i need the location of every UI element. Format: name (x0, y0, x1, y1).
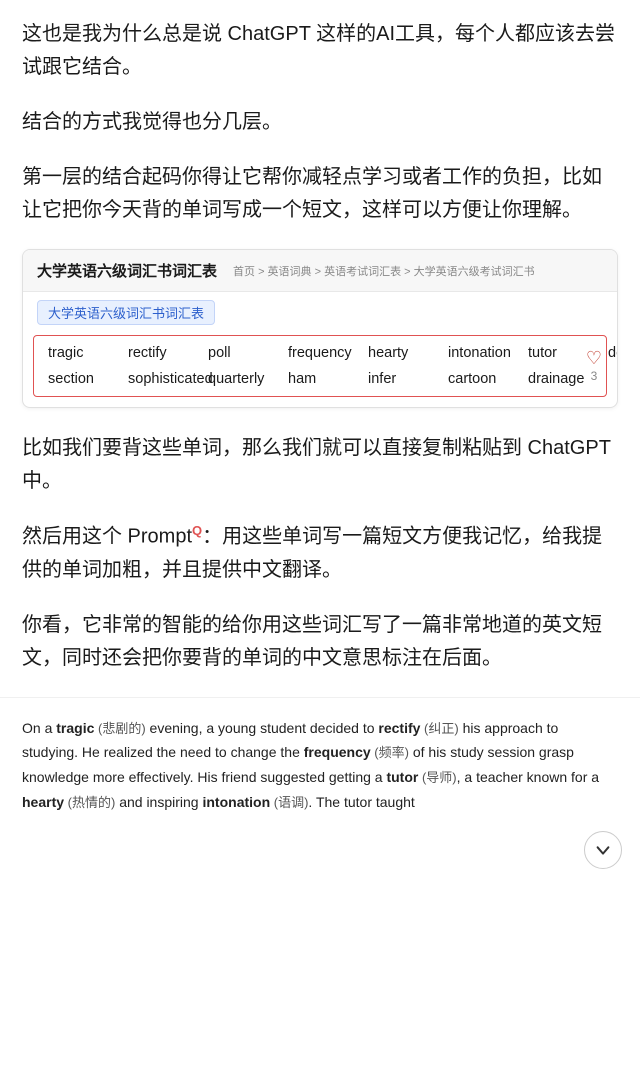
word-hearty-bold: hearty (22, 794, 64, 810)
chevron-down-button[interactable] (584, 831, 622, 869)
word-rectify-bold: rectify (378, 720, 420, 736)
word-frequency-bold: frequency (304, 744, 371, 760)
rectify-cn: (纠正) (420, 721, 458, 736)
vocab-words-box: tragic rectify poll frequency hearty int… (33, 335, 607, 397)
vocab-card-header: 大学英语六级词汇书词汇表 首页 > 英语词典 > 英语考试词汇表 > 大学英语六… (23, 250, 617, 292)
heart-icon: ♡ (586, 349, 602, 367)
middle-para2: 然后用这个 PromptQ：用这些单词写一篇短文方便我记忆，给我提供的单词加粗，… (22, 520, 618, 587)
vocab-tag: 大学英语六级词汇书词汇表 (37, 300, 215, 325)
intonation-cn: (语调) (270, 795, 308, 810)
article-paragraph: On a tragic (悲剧的) evening, a young stude… (22, 716, 618, 815)
intro-para1: 这也是我为什么总是说 ChatGPT 这样的AI工具，每个人都应该去尝试跟它结合… (22, 18, 618, 84)
hearty-cn: (热情的) (64, 795, 115, 810)
middle-para1: 比如我们要背这些单词，那么我们就可以直接复制粘贴到 ChatGPT 中。 (22, 432, 618, 498)
intro-para2: 结合的方式我觉得也分几层。 (22, 106, 618, 139)
word-tragic: tragic (48, 345, 128, 361)
word-frequency: frequency (288, 345, 368, 361)
chevron-down-icon (594, 841, 612, 859)
prompt-superscript: Q (192, 523, 202, 538)
tragic-cn: (悲剧的) (94, 721, 145, 736)
intro-para3: 第一层的结合起码你得让它帮你减轻点学习或者工作的负担，比如让它把你今天背的单词写… (22, 161, 618, 227)
word-sophisticated: sophisticated (128, 371, 208, 387)
vocab-tag-row: 大学英语六级词汇书词汇表 (23, 292, 617, 331)
vocab-site-title: 大学英语六级词汇书词汇表 (37, 260, 217, 281)
word-decorative: decorative (608, 345, 618, 361)
vocab-row-1: tragic rectify poll frequency hearty int… (34, 340, 606, 366)
word-poll: poll (208, 345, 288, 361)
side-icons: ♡ 3 (580, 336, 608, 396)
word-tragic-bold: tragic (56, 720, 94, 736)
bottom-bar (0, 821, 640, 869)
word-intonation-bold: intonation (202, 794, 270, 810)
number-badge: 3 (591, 369, 598, 383)
word-cartoon: cartoon (448, 371, 528, 387)
article-block: On a tragic (悲剧的) evening, a young stude… (0, 697, 640, 815)
word-rectify: rectify (128, 345, 208, 361)
tutor-cn: (导师) (418, 770, 456, 785)
frequency-cn: (频率) (371, 745, 409, 760)
word-intonation: intonation (448, 345, 528, 361)
breadcrumb: 首页 > 英语词典 > 英语考试词汇表 > 大学英语六级考试词汇书 (233, 263, 535, 279)
prompt-prefix: 然后用这个 Prompt (22, 526, 192, 548)
vocab-row-2: section sophisticated quarterly ham infe… (34, 366, 606, 392)
word-tutor-bold: tutor (386, 769, 418, 785)
word-quarterly: quarterly (208, 371, 288, 387)
word-hearty: hearty (368, 345, 448, 361)
word-infer: infer (368, 371, 448, 387)
vocab-card: 大学英语六级词汇书词汇表 首页 > 英语词典 > 英语考试词汇表 > 大学英语六… (22, 249, 618, 408)
word-ham: ham (288, 371, 368, 387)
word-section: section (48, 371, 128, 387)
middle-para3: 你看，它非常的智能的给你用这些词汇写了一篇非常地道的英文短文，同时还会把你要背的… (22, 609, 618, 675)
